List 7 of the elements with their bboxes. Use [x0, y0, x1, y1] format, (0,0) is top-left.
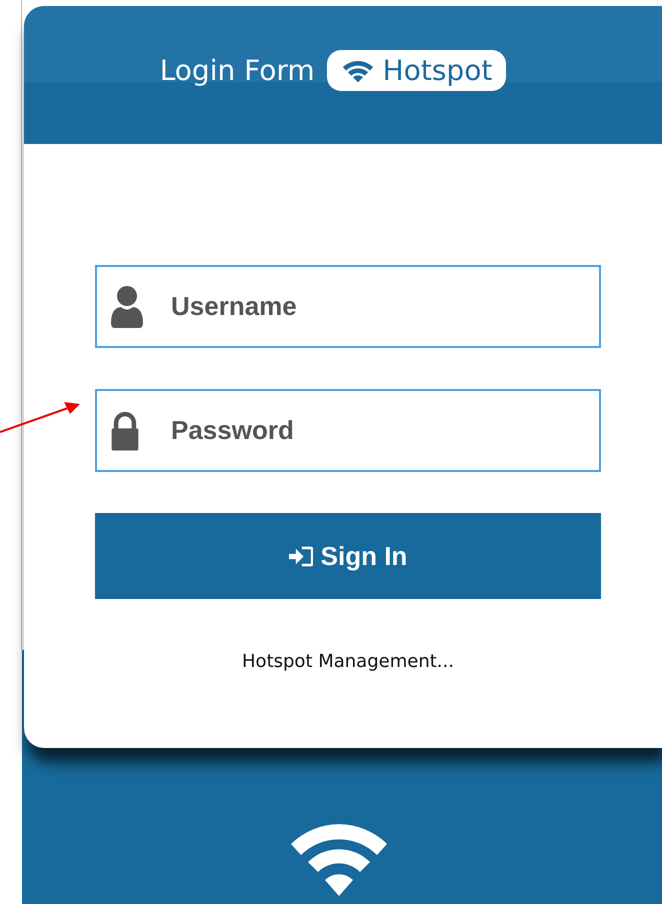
sign-in-icon: [288, 546, 313, 566]
form-title: Login Form: [160, 54, 315, 86]
password-field[interactable]: Password: [95, 389, 601, 472]
hotspot-badge: Hotspot: [326, 50, 506, 90]
username-field[interactable]: Username: [95, 265, 601, 348]
sign-in-button[interactable]: Sign In: [95, 513, 601, 599]
management-link[interactable]: Hotspot Management...: [242, 651, 454, 672]
